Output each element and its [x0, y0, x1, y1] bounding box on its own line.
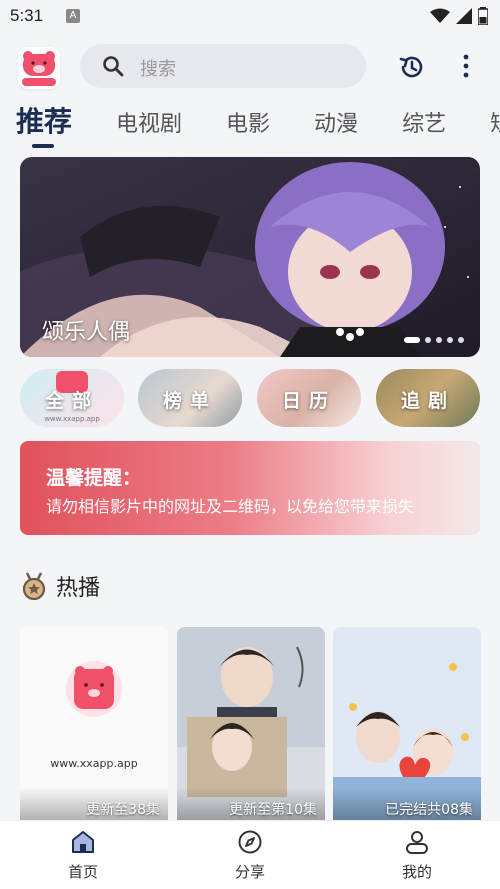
nav-profile-label: 我的	[401, 863, 432, 881]
shortcut-ranking-label: 榜单	[162, 390, 217, 412]
hot-section-title: 热播	[56, 576, 101, 601]
battery-icon	[478, 7, 488, 25]
tab-variety[interactable]: 综艺	[402, 103, 446, 147]
episode-badge: 更新至38集	[86, 802, 160, 818]
hot-item-card[interactable]: www.xxapp.app 更新至38集	[20, 627, 168, 827]
bear-logo-icon	[18, 47, 60, 89]
hot-section-header: 热播	[20, 570, 100, 602]
pagination-dot[interactable]	[447, 337, 453, 343]
tab-anime[interactable]: 动漫	[314, 103, 358, 147]
bottom-navigation: 首页 分享 我的	[0, 820, 500, 889]
nav-home-label: 首页	[67, 863, 98, 881]
episode-badge: 已完结共08集	[385, 802, 473, 818]
app-logo[interactable]	[18, 47, 60, 89]
tab-short[interactable]: 短	[490, 103, 500, 147]
shortcut-follow-label: 追剧	[400, 390, 455, 412]
category-tabs: 推荐 电视剧 电影 动漫 综艺 短	[0, 100, 500, 150]
signal-icon	[456, 8, 472, 24]
top-bar: 搜索	[0, 34, 500, 98]
notice-text: 请勿相信影片中的网址及二维码，以免给您带来损失	[46, 497, 415, 516]
status-time: 5:31	[10, 6, 44, 25]
shortcut-calendar-label: 日历	[281, 390, 336, 412]
tab-tv-series[interactable]: 电视剧	[116, 103, 182, 147]
compass-icon	[238, 830, 262, 854]
shortcut-all-watermark: www.xxapp.app	[44, 415, 100, 423]
nav-home[interactable]: 首页	[43, 829, 123, 882]
shortcut-ranking[interactable]: 榜单	[138, 369, 242, 427]
pagination-dot[interactable]	[436, 337, 442, 343]
banner-pagination	[404, 337, 464, 343]
wifi-icon	[430, 8, 450, 23]
shortcut-all-label: 全部	[44, 390, 99, 412]
nav-profile[interactable]: 我的	[377, 829, 457, 882]
shortcut-follow[interactable]: 追剧	[376, 369, 480, 427]
hot-item-card[interactable]: 已完结共08集	[333, 627, 481, 827]
banner-title: 颂乐人偶	[42, 320, 131, 345]
hot-item-card[interactable]: 更新至第10集	[177, 627, 325, 827]
notification-icon: A	[66, 9, 80, 23]
history-icon[interactable]	[398, 53, 426, 81]
warning-notice[interactable]: 温馨提醒： 请勿相信影片中的网址及二维码，以免给您带来损失	[20, 441, 480, 535]
search-bar[interactable]: 搜索	[80, 44, 366, 88]
featured-banner[interactable]: 颂乐人偶	[20, 157, 480, 357]
more-options-icon[interactable]	[456, 53, 476, 79]
home-icon	[72, 831, 94, 853]
poster-watermark: www.xxapp.app	[50, 757, 137, 770]
tab-movie[interactable]: 电影	[226, 103, 270, 147]
tab-recommend[interactable]: 推荐	[16, 100, 72, 148]
nav-share-label: 分享	[234, 863, 265, 881]
pagination-dot[interactable]	[425, 337, 431, 343]
user-icon	[406, 831, 428, 854]
pagination-dot[interactable]	[458, 337, 464, 343]
hot-list: www.xxapp.app 更新至38集 更新至第10集 已完结共08集	[20, 627, 500, 827]
pagination-dot[interactable]	[404, 337, 420, 343]
shortcut-all[interactable]: www.xxapp.app 全部	[20, 369, 124, 427]
status-bar: 5:31 A	[0, 0, 500, 34]
episode-badge: 更新至第10集	[229, 802, 317, 818]
nav-share[interactable]: 分享	[210, 829, 290, 882]
notice-title: 温馨提醒：	[46, 467, 142, 489]
category-shortcuts: www.xxapp.app 全部 榜单 日历 追剧	[20, 369, 500, 427]
search-icon	[103, 56, 124, 77]
search-input[interactable]: 搜索	[140, 55, 176, 81]
system-icons	[430, 7, 488, 25]
shortcut-calendar[interactable]: 日历	[257, 369, 361, 427]
medal-icon	[22, 572, 46, 601]
